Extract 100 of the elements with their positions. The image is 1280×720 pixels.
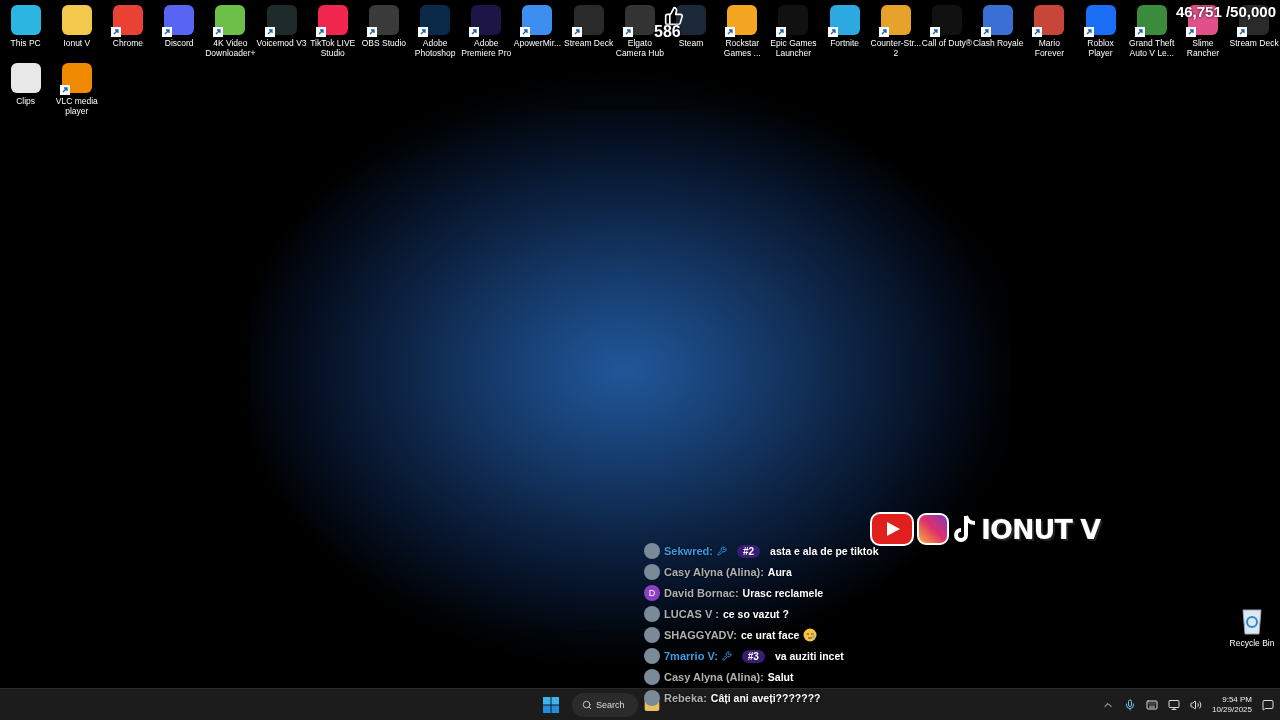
time: 9:54 PM	[1222, 695, 1252, 705]
icon-label: Grand Theft Auto V Le...	[1128, 38, 1176, 58]
app-icon[interactable]	[1136, 5, 1167, 35]
shortcut-arrow-icon	[1237, 27, 1248, 37]
icon-label: Roblox Player	[1086, 38, 1115, 58]
app-icon[interactable]	[471, 5, 502, 35]
app-icon[interactable]	[61, 63, 92, 93]
app-icon[interactable]	[10, 63, 41, 93]
chat-username: David Bornac:	[664, 587, 739, 599]
shortcut-arrow-icon	[520, 27, 531, 37]
clock[interactable]: 9:54 PM 10/29/2025	[1211, 695, 1252, 715]
app-icon[interactable]	[829, 5, 860, 35]
shortcut-arrow-icon	[366, 27, 377, 37]
volume-icon[interactable]	[1189, 699, 1202, 711]
avatar	[644, 627, 660, 643]
chat-message: ce so vazut ?	[723, 608, 789, 620]
chat-message: ce urat face	[740, 629, 800, 641]
icon-label: Call of Duty®	[921, 38, 973, 48]
play-button-icon	[870, 512, 914, 546]
app-icon[interactable]	[61, 5, 92, 35]
app-icon[interactable]	[522, 5, 553, 35]
app-icon[interactable]	[778, 5, 809, 35]
icon-label: Slime Rancher	[1185, 38, 1220, 58]
icon-label: VLC media player	[54, 96, 99, 116]
shortcut-arrow-icon	[162, 27, 173, 37]
icon-label: Ionut V	[62, 38, 92, 48]
chat-username: Casy Alyna (Alina):	[664, 566, 764, 578]
app-icon[interactable]	[215, 5, 246, 35]
avatar	[644, 669, 660, 685]
icon-label: Voicemod V3	[256, 38, 308, 48]
app-icon[interactable]	[112, 5, 143, 35]
keyboard-icon[interactable]	[1145, 699, 1158, 711]
shortcut-arrow-icon	[1032, 27, 1043, 37]
icon-label: Adobe Premiere Pro	[460, 38, 512, 58]
icon-label: Chrome	[111, 38, 145, 48]
icon-label: Recycle Bin	[1228, 638, 1276, 648]
app-icon[interactable]	[573, 5, 604, 35]
search-button[interactable]: Search	[572, 693, 638, 717]
notification-icon[interactable]	[1262, 699, 1274, 711]
shortcut-arrow-icon	[110, 27, 121, 37]
icon-label: Discord	[163, 38, 195, 48]
date: 10/29/2025	[1211, 705, 1252, 715]
icon-label: ApowerMir...	[512, 38, 563, 48]
chat-username: LUCAS V :	[664, 608, 719, 620]
app-icon[interactable]	[164, 5, 195, 35]
icon-label: Rockstar Games ...	[722, 38, 762, 58]
recycle-bin-icon[interactable]	[1240, 607, 1264, 635]
icon-label: Stream Deck	[563, 38, 615, 48]
icon-label: This PC	[9, 38, 42, 48]
icon-label: Elgato Camera Hub	[614, 38, 665, 58]
windows-start-icon[interactable]	[543, 697, 559, 713]
app-icon[interactable]	[317, 5, 348, 35]
icon-label: Epic Games Launcher	[769, 38, 818, 58]
avatar	[644, 543, 660, 559]
avatar: D	[644, 585, 660, 601]
shortcut-arrow-icon	[571, 27, 582, 37]
search-icon	[582, 700, 592, 710]
app-icon[interactable]	[1085, 5, 1116, 35]
chat-username: Casy Alyna (Alina):	[664, 671, 764, 683]
icon-label: 4K Video Downloader+	[204, 38, 256, 58]
chat-message: va auziti incet	[774, 650, 844, 662]
shortcut-arrow-icon	[213, 27, 224, 37]
avatar	[644, 564, 660, 580]
shortcut-arrow-icon	[878, 27, 889, 37]
app-icon[interactable]	[880, 5, 911, 35]
shortcut-arrow-icon	[1185, 27, 1196, 37]
app-icon[interactable]	[266, 5, 297, 35]
shortcut-arrow-icon	[929, 27, 940, 37]
chat-message: Urasc reclamele	[742, 587, 824, 599]
rank-badge: #2	[736, 544, 761, 558]
app-icon[interactable]	[931, 5, 962, 35]
shortcut-arrow-icon	[776, 27, 787, 37]
app-icon[interactable]	[368, 5, 399, 35]
icon-label: Steam	[677, 38, 705, 48]
microphone-icon[interactable]	[1123, 699, 1136, 711]
shortcut-arrow-icon	[827, 27, 838, 37]
shortcut-arrow-icon	[725, 27, 736, 37]
app-icon[interactable]	[624, 5, 655, 35]
shortcut-arrow-icon	[315, 27, 326, 37]
shortcut-arrow-icon	[469, 27, 480, 37]
icon-label: Clash Royale	[972, 38, 1024, 48]
icon-label: Counter-Str... 2	[870, 38, 922, 58]
channel-name: IONUT V	[981, 513, 1101, 545]
app-icon[interactable]	[983, 5, 1014, 35]
chat-username: 7marrio V:	[664, 650, 718, 662]
app-icon[interactable]	[420, 5, 451, 35]
chat-username: Sekwred:	[664, 545, 713, 557]
icon-label: Stream Deck	[1228, 38, 1280, 48]
monitor-icon[interactable]	[1167, 699, 1180, 711]
shortcut-arrow-icon	[418, 27, 429, 37]
icon-label: Fortnite	[829, 38, 860, 48]
shortcut-arrow-icon	[1134, 27, 1145, 37]
shortcut-arrow-icon	[264, 27, 275, 37]
music-note-icon	[952, 513, 978, 545]
app-icon[interactable]	[1034, 5, 1065, 35]
like-count: 586	[654, 23, 681, 40]
chat-message: asta e ala de pe tiktok	[770, 545, 879, 557]
avatar	[644, 648, 660, 664]
app-icon[interactable]	[727, 5, 758, 35]
app-icon[interactable]	[10, 5, 41, 35]
